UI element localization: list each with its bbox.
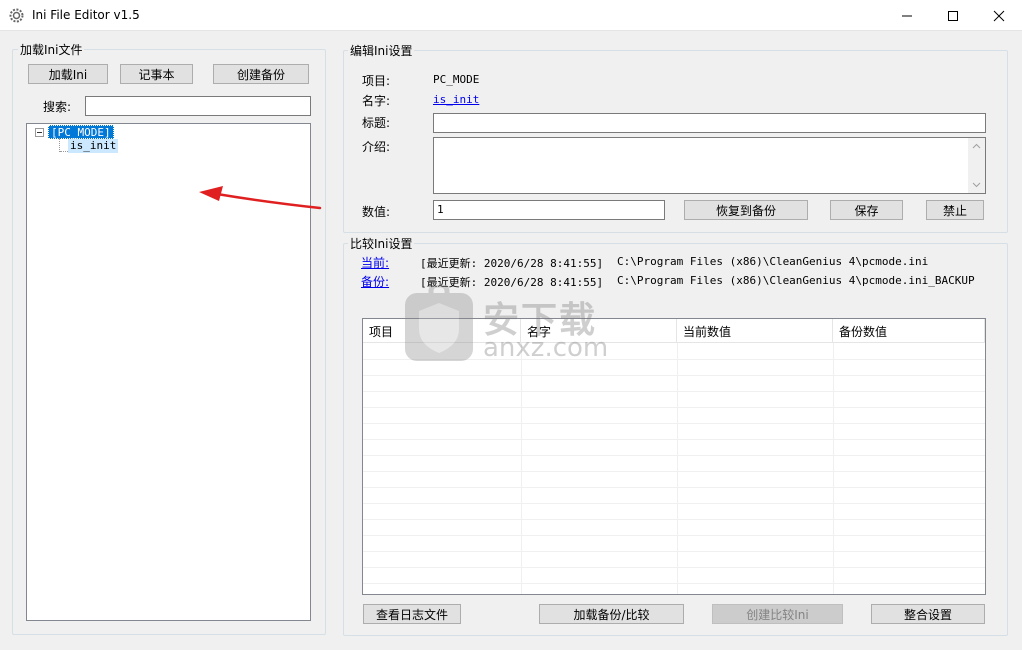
scroll-down-icon[interactable] xyxy=(972,180,981,189)
window-title: Ini File Editor v1.5 xyxy=(32,8,140,22)
minimize-button[interactable] xyxy=(884,0,930,31)
load-backup-compare-button[interactable]: 加载备份/比较 xyxy=(539,604,684,624)
value-label: 数值: xyxy=(362,205,391,219)
save-button[interactable]: 保存 xyxy=(830,200,903,220)
name-label: 名字: xyxy=(362,94,391,108)
disable-button[interactable]: 禁止 xyxy=(926,200,984,220)
column-header-item[interactable]: 项目 xyxy=(363,319,521,343)
grid-line xyxy=(363,455,985,456)
grid-line xyxy=(363,487,985,488)
view-log-button[interactable]: 查看日志文件 xyxy=(363,604,461,624)
scroll-up-icon[interactable] xyxy=(972,142,981,151)
close-button[interactable] xyxy=(976,0,1022,31)
item-label: 项目: xyxy=(362,74,391,88)
current-file-link[interactable]: 当前: xyxy=(361,254,389,271)
backup-path: C:\Program Files (x86)\CleanGenius 4\pcm… xyxy=(617,274,975,287)
column-header-current[interactable]: 当前数值 xyxy=(677,319,833,343)
gear-icon xyxy=(9,8,24,23)
grid-line xyxy=(521,343,522,594)
load-ini-group-label: 加载Ini文件 xyxy=(18,41,85,58)
grid-line xyxy=(363,519,985,520)
title-bar[interactable]: Ini File Editor v1.5 xyxy=(0,0,1022,31)
restore-backup-button[interactable]: 恢复到备份 xyxy=(684,200,808,220)
title-input[interactable] xyxy=(433,113,986,133)
grid-line xyxy=(363,551,985,552)
compare-ini-group-label: 比较Ini设置 xyxy=(348,235,415,252)
tree-connector xyxy=(60,151,68,152)
grid-line xyxy=(677,343,678,594)
tree-node-pc-mode[interactable]: [PC_MODE] xyxy=(48,125,114,139)
intro-scrollbar[interactable] xyxy=(968,138,985,193)
tree-connector xyxy=(59,138,60,152)
value-input[interactable]: 1 xyxy=(433,200,665,220)
column-header-backup[interactable]: 备份数值 xyxy=(833,319,985,343)
load-ini-button[interactable]: 加载Ini xyxy=(28,64,108,84)
backup-updated: [最近更新: 2020/6/28 8:41:55] xyxy=(420,276,604,289)
grid-line xyxy=(363,423,985,424)
maximize-icon xyxy=(948,10,958,21)
grid-line xyxy=(833,343,834,594)
create-backup-button[interactable]: 创建备份 xyxy=(213,64,309,84)
backup-file-link[interactable]: 备份: xyxy=(361,273,389,290)
notepad-button[interactable]: 记事本 xyxy=(120,64,193,84)
red-arrow-annotation xyxy=(199,186,322,210)
grid-line xyxy=(363,567,985,568)
compare-list[interactable]: 项目 名字 当前数值 备份数值 xyxy=(362,318,986,595)
grid-line xyxy=(363,583,985,584)
search-input[interactable] xyxy=(85,96,311,116)
close-icon xyxy=(993,10,1005,21)
maximize-button[interactable] xyxy=(930,0,976,31)
grid-line xyxy=(363,439,985,440)
compare-list-header: 项目 名字 当前数值 备份数值 xyxy=(363,319,985,343)
grid-line xyxy=(363,359,985,360)
grid-line xyxy=(363,407,985,408)
grid-line xyxy=(363,471,985,472)
minimize-icon xyxy=(902,15,912,16)
tree-collapse-toggle[interactable] xyxy=(35,128,44,137)
merge-settings-button[interactable]: 整合设置 xyxy=(871,604,985,624)
current-path: C:\Program Files (x86)\CleanGenius 4\pcm… xyxy=(617,255,929,268)
item-value: PC_MODE xyxy=(433,73,480,86)
current-updated: [最近更新: 2020/6/28 8:41:55] xyxy=(420,257,604,270)
grid-line xyxy=(363,391,985,392)
create-compare-ini-button[interactable]: 创建比较Ini xyxy=(712,604,843,624)
title-label: 标题: xyxy=(362,116,391,130)
name-link[interactable]: is_init xyxy=(433,93,479,106)
grid-line xyxy=(363,375,985,376)
tree-node-is-init[interactable]: is_init xyxy=(68,139,119,153)
grid-line xyxy=(363,535,985,536)
column-header-name[interactable]: 名字 xyxy=(521,319,677,343)
intro-textarea[interactable] xyxy=(433,137,986,194)
grid-line xyxy=(363,503,985,504)
intro-label: 介绍: xyxy=(362,140,391,154)
edit-ini-group-label: 编辑Ini设置 xyxy=(348,42,415,59)
search-label: 搜索: xyxy=(43,100,72,114)
